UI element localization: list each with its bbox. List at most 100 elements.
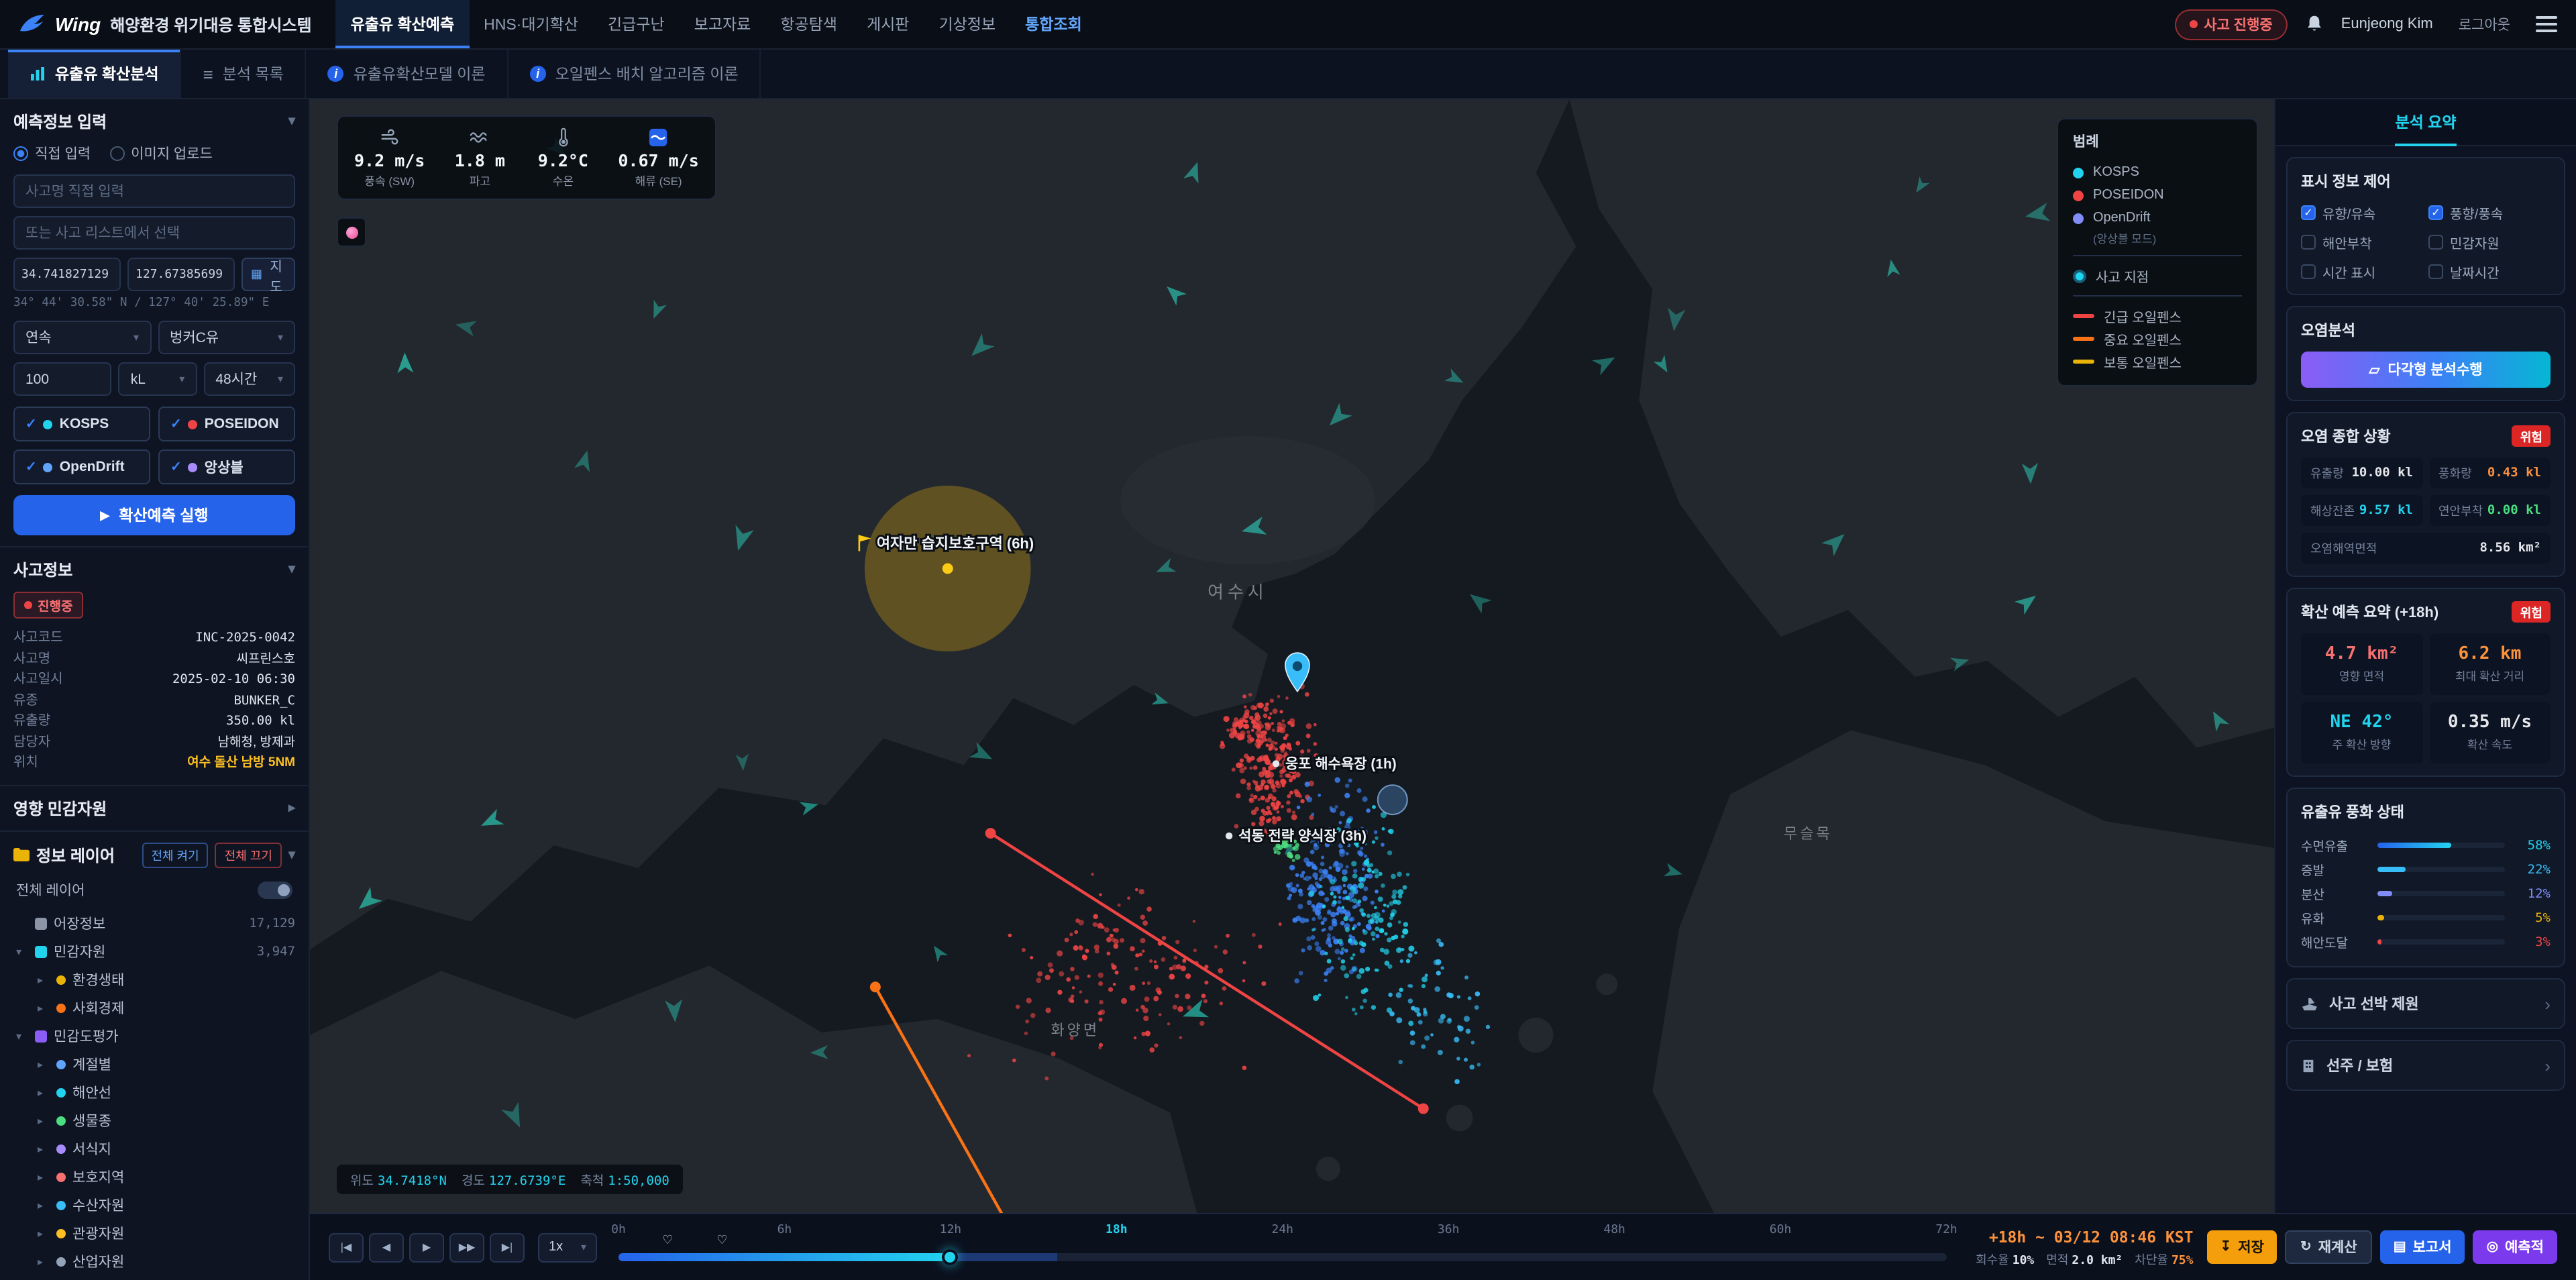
collapsed-section[interactable]: 선주 / 보험› — [2286, 1040, 2565, 1091]
action-button[interactable]: ↻재계산 — [2286, 1230, 2372, 1264]
playback-speed-select[interactable]: 1x▾ — [538, 1232, 597, 1262]
user-name[interactable]: Eunjeong Kim — [2341, 16, 2433, 32]
display-option-checkbox[interactable]: 민감자원 — [2428, 232, 2551, 252]
legend-fence-row: 긴급 오일펜스 — [2073, 305, 2242, 327]
duration-select[interactable]: 48시간▾ — [203, 362, 295, 396]
display-option-checkbox[interactable]: 해안부착 — [2301, 232, 2423, 252]
save-icon: ↧ — [2220, 1240, 2232, 1255]
longitude-input[interactable] — [127, 258, 235, 291]
nav-item[interactable]: 통합조회 — [1010, 0, 1097, 48]
place-label: 여수시 — [1208, 583, 1268, 602]
scale-item: 축척1:50,000 — [580, 1170, 669, 1189]
nav-item[interactable]: 유출유 확산예측 — [336, 0, 470, 48]
logout-button[interactable]: 로그아웃 — [2451, 13, 2518, 36]
tick-label: 72h — [1935, 1223, 1957, 1236]
display-option-checkbox[interactable]: ✓풍향/풍속 — [2428, 203, 2551, 223]
radio-image-upload[interactable]: 이미지 업로드 — [109, 144, 213, 164]
display-option-checkbox[interactable]: ✓유향/유속 — [2301, 203, 2423, 223]
master-layer-toggle[interactable] — [258, 881, 292, 898]
fast-forward-icon[interactable]: ▶▶ — [449, 1232, 484, 1262]
map-canvas[interactable]: 여자만 습지보호구역 (6h)웅포 해수욕장 (1h)석동 전략 양식장 (3h… — [310, 99, 2274, 1213]
info-icon: i — [328, 66, 344, 82]
model-toggle[interactable]: ✓KOSPS — [13, 407, 150, 441]
basemap-style-button[interactable] — [337, 217, 366, 247]
layer-row[interactable]: ▾민감도평가 — [13, 1022, 295, 1050]
polygon-analysis-button[interactable]: ▱다각형 분석수행 — [2301, 352, 2551, 388]
play-icon[interactable]: ▶ — [409, 1232, 444, 1262]
layer-row[interactable]: ▾민감자원3,947 — [13, 937, 295, 965]
model-toggle[interactable]: ✓OpenDrift — [13, 449, 150, 484]
summary-tab[interactable]: 분석 요약 — [2275, 99, 2576, 146]
bell-icon[interactable] — [2305, 15, 2324, 34]
display-option-checkbox[interactable]: 시간 표시 — [2301, 262, 2423, 282]
chevron-down-icon[interactable]: ▾ — [288, 562, 295, 577]
layer-row[interactable]: ▸보호지역 — [13, 1163, 295, 1191]
display-option-checkbox[interactable]: 날짜시간 — [2428, 262, 2551, 282]
map-container[interactable]: 여자만 습지보호구역 (6h)웅포 해수욕장 (1h)석동 전략 양식장 (3h… — [310, 99, 2274, 1213]
layer-row[interactable]: ▸환경생태 — [13, 965, 295, 994]
model-toggle[interactable]: ✓POSEIDON — [158, 407, 295, 441]
skip-start-icon[interactable]: |◀ — [329, 1232, 364, 1262]
nav-item[interactable]: 기상정보 — [924, 0, 1010, 48]
incident-name-input[interactable] — [13, 174, 295, 208]
incident-alert-badge[interactable]: 사고 진행중 — [2174, 9, 2287, 40]
layer-row[interactable]: 어장정보17,129 — [13, 909, 295, 937]
layer-row[interactable]: ▸서식지 — [13, 1134, 295, 1163]
model-toggle[interactable]: ✓앙상블 — [158, 449, 295, 484]
amount-input[interactable] — [13, 362, 112, 396]
tab[interactable]: ≡분석 목록 — [182, 50, 307, 98]
chevron-down-icon: ▾ — [581, 1241, 586, 1253]
tab[interactable]: i오일펜스 배치 알고리즘 이론 — [508, 50, 761, 98]
chevron-down-icon[interactable]: ▾ — [288, 114, 295, 129]
event-marker-icon[interactable]: ♡ — [662, 1232, 673, 1247]
run-prediction-button[interactable]: ▶확산예측 실행 — [13, 495, 295, 535]
cluster-circle — [1378, 785, 1407, 814]
layer-color-icon — [56, 1200, 66, 1210]
legend-fence-row: 중요 오일펜스 — [2073, 327, 2242, 350]
legend-incident-row: 사고 지점 — [2073, 264, 2242, 287]
nav-item[interactable]: 긴급구난 — [593, 0, 680, 48]
layer-count: 3,947 — [257, 944, 295, 959]
layer-row[interactable]: ▸생물종 — [13, 1106, 295, 1134]
nav-item[interactable]: 보고자료 — [680, 0, 766, 48]
nav-item[interactable]: 게시판 — [852, 0, 924, 48]
tab[interactable]: i유출유확산모델 이론 — [307, 50, 508, 98]
action-button[interactable]: ▤보고서 — [2380, 1230, 2465, 1264]
chevron-right-icon: › — [2544, 1055, 2551, 1075]
layers-all-on-button[interactable]: 전체 켜기 — [142, 842, 208, 867]
action-button[interactable]: ↧저장 — [2207, 1230, 2277, 1264]
action-button[interactable]: ◎예측적 — [2473, 1230, 2557, 1264]
nav-item[interactable]: HNS·대기확산 — [469, 0, 593, 48]
event-marker-icon[interactable]: ♡ — [716, 1232, 727, 1247]
skip-end-icon[interactable]: ▶| — [490, 1232, 525, 1262]
chevron-right-icon[interactable]: ▸ — [288, 800, 295, 815]
layer-color-icon — [56, 1144, 66, 1153]
hamburger-menu-icon[interactable] — [2536, 16, 2557, 32]
tab[interactable]: 유출유 확산분석 — [8, 50, 182, 98]
layer-row[interactable]: ▸수산자원 — [13, 1191, 295, 1219]
latitude-input[interactable] — [13, 258, 121, 291]
layer-row[interactable]: ▸사회경제 — [13, 994, 295, 1022]
layer-row[interactable]: ▸산업자원 — [13, 1247, 295, 1275]
incident-list-input[interactable] — [13, 216, 295, 250]
scale-item: 경도127.6739°E — [462, 1170, 566, 1189]
spill-type-select[interactable]: 연속▾ — [13, 321, 151, 354]
timeline-handle[interactable] — [943, 1248, 959, 1265]
unit-select[interactable]: kL▾ — [119, 362, 197, 396]
chevron-down-icon[interactable]: ▾ — [288, 847, 295, 862]
timeline-bar: |◀◀▶▶▶▶| 1x▾ 0h6h12h18h24h36h48h60h72h ♡… — [310, 1213, 2576, 1280]
weathering-card: 유출유 풍화 상태 수면유출58%증발22%분산12%유화5%해안도달3% — [2286, 788, 2565, 967]
nav-item[interactable]: 항공탐색 — [765, 0, 852, 48]
incident-row: 사고명씨프린스호 — [13, 649, 295, 670]
layer-row[interactable]: ▸관광자원 — [13, 1219, 295, 1247]
layers-all-off-button[interactable]: 전체 끄기 — [215, 842, 282, 867]
step-back-icon[interactable]: ◀ — [369, 1232, 404, 1262]
tick-label: 0h — [611, 1223, 626, 1236]
collapsed-section[interactable]: 사고 선박 제원› — [2286, 978, 2565, 1029]
layer-color-icon — [56, 1257, 66, 1266]
layer-row[interactable]: ▸계절별 — [13, 1050, 295, 1078]
layer-row[interactable]: ▸해안선 — [13, 1078, 295, 1106]
pick-on-map-button[interactable]: ▦지도 — [241, 258, 295, 291]
oil-type-select[interactable]: 벙커C유▾ — [158, 321, 295, 354]
radio-direct-input[interactable]: 직접 입력 — [13, 144, 91, 164]
